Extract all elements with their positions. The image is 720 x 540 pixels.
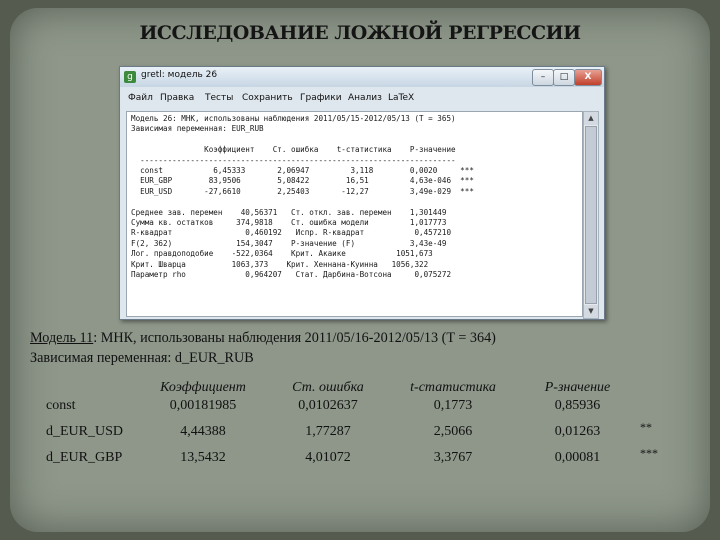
output-line: const 6,45333 2,06947 3,118 0,0020 ***: [140, 166, 474, 176]
output-line: F(2, 362) 154,3047 Р-значение (F) 3,43e-…: [131, 238, 447, 248]
dependent-variable: Зависимая переменная: d_EUR_RUB: [30, 350, 254, 366]
cell-se: 1,77287: [305, 424, 351, 439]
menu-latex[interactable]: LaTeX: [388, 93, 414, 103]
significance-stars: **: [640, 420, 652, 434]
menu-tests[interactable]: Тесты: [205, 93, 233, 103]
model-output-text[interactable]: Модель 26: МНК, использованы наблюдения …: [126, 111, 583, 317]
scroll-up-arrow-icon[interactable]: ▲: [584, 112, 598, 125]
output-line: Крит. Шварца 1063,373 Крит. Хеннана-Куин…: [131, 259, 429, 269]
output-line: Коэффициент Ст. ошибка t-статистика P-зн…: [204, 145, 456, 155]
cell-se: 0,0102637: [298, 398, 358, 413]
significance-stars: ***: [640, 446, 658, 460]
output-line: Модель 26: МНК, использованы наблюдения …: [131, 114, 456, 123]
row-name: d_EUR_USD: [46, 424, 124, 439]
output-line: ----------------------------------------…: [140, 155, 456, 165]
menu-save[interactable]: Сохранить: [242, 93, 293, 103]
gretl-model-window[interactable]: g gretl: модель 26 – □ X Файл Правка Тес…: [119, 66, 605, 320]
cell-coef: 0,00181985: [169, 398, 237, 413]
model-description: Модель 11: МНК, использованы наблюдения …: [30, 328, 496, 368]
cell-t: 0,1773: [433, 398, 473, 413]
output-line: Параметр rho 0,964207 Стат. Дарбина-Вотс…: [131, 270, 452, 280]
slide-title: ИССЛЕДОВАНИЕ ЛОЖНОЙ РЕГРЕССИИ: [139, 22, 581, 44]
col-header-coef: Коэффициент: [160, 380, 246, 395]
window-titlebar[interactable]: g gretl: модель 26 – □ X: [120, 67, 604, 87]
output-line: Сумма кв. остатков 374,9818 Ст. ошибка м…: [131, 218, 447, 228]
maximize-button[interactable]: □: [553, 69, 575, 86]
output-line: Лог. правдоподобие -522,0364 Крит. Акаик…: [131, 249, 433, 259]
col-header-t: t-статистика: [410, 380, 496, 395]
cell-se: 4,01072: [305, 450, 351, 465]
output-line: EUR_USD -27,6610 2,25403 -12,27 3,49e-02…: [140, 186, 474, 196]
menu-analysis[interactable]: Анализ: [348, 93, 382, 103]
output-pre: Модель 26: МНК, использованы наблюдения …: [127, 112, 582, 283]
col-header-se: Ст. ошибка: [292, 380, 364, 395]
cell-coef: 13,5432: [180, 450, 226, 465]
minimize-button[interactable]: –: [532, 69, 554, 86]
cell-p: 0,00081: [554, 450, 601, 465]
row-name: const: [46, 398, 76, 413]
vertical-scrollbar[interactable]: ▲ ▼: [583, 111, 599, 319]
scroll-down-arrow-icon[interactable]: ▼: [584, 305, 598, 318]
cell-p: 0,01263: [554, 424, 601, 439]
cell-p: 0,85936: [554, 398, 601, 413]
menu-bar: Файл Правка Тесты Сохранить Графики Анал…: [120, 91, 604, 107]
col-header-p: P-значение: [544, 380, 611, 395]
close-button[interactable]: X: [574, 69, 602, 86]
menu-file[interactable]: Файл: [128, 93, 153, 103]
model-summary: : МНК, использованы наблюдения 2011/05/1…: [93, 330, 496, 346]
menu-edit[interactable]: Правка: [160, 93, 194, 103]
gretl-app-icon: g: [124, 71, 136, 83]
scroll-thumb[interactable]: [585, 126, 597, 304]
cell-t: 3,3767: [433, 450, 473, 465]
menu-graphs[interactable]: Графики: [300, 93, 342, 103]
output-line: Зависимая переменная: EUR_RUB: [131, 124, 264, 134]
row-name: d_EUR_GBP: [46, 450, 123, 465]
window-title: gretl: модель 26: [141, 70, 218, 80]
output-line: R-квадрат 0,460192 Испр. R-квадрат 0,457…: [131, 228, 452, 238]
output-line: Среднее зав. перемен 40,56371 Ст. откл. …: [131, 207, 447, 217]
cell-t: 2,5066: [433, 424, 473, 439]
model-number: Модель 11: [30, 330, 94, 346]
cell-coef: 4,44388: [180, 424, 226, 439]
output-line: EUR_GBP 83,9506 5,08422 16,51 4,63e-046 …: [140, 176, 474, 186]
